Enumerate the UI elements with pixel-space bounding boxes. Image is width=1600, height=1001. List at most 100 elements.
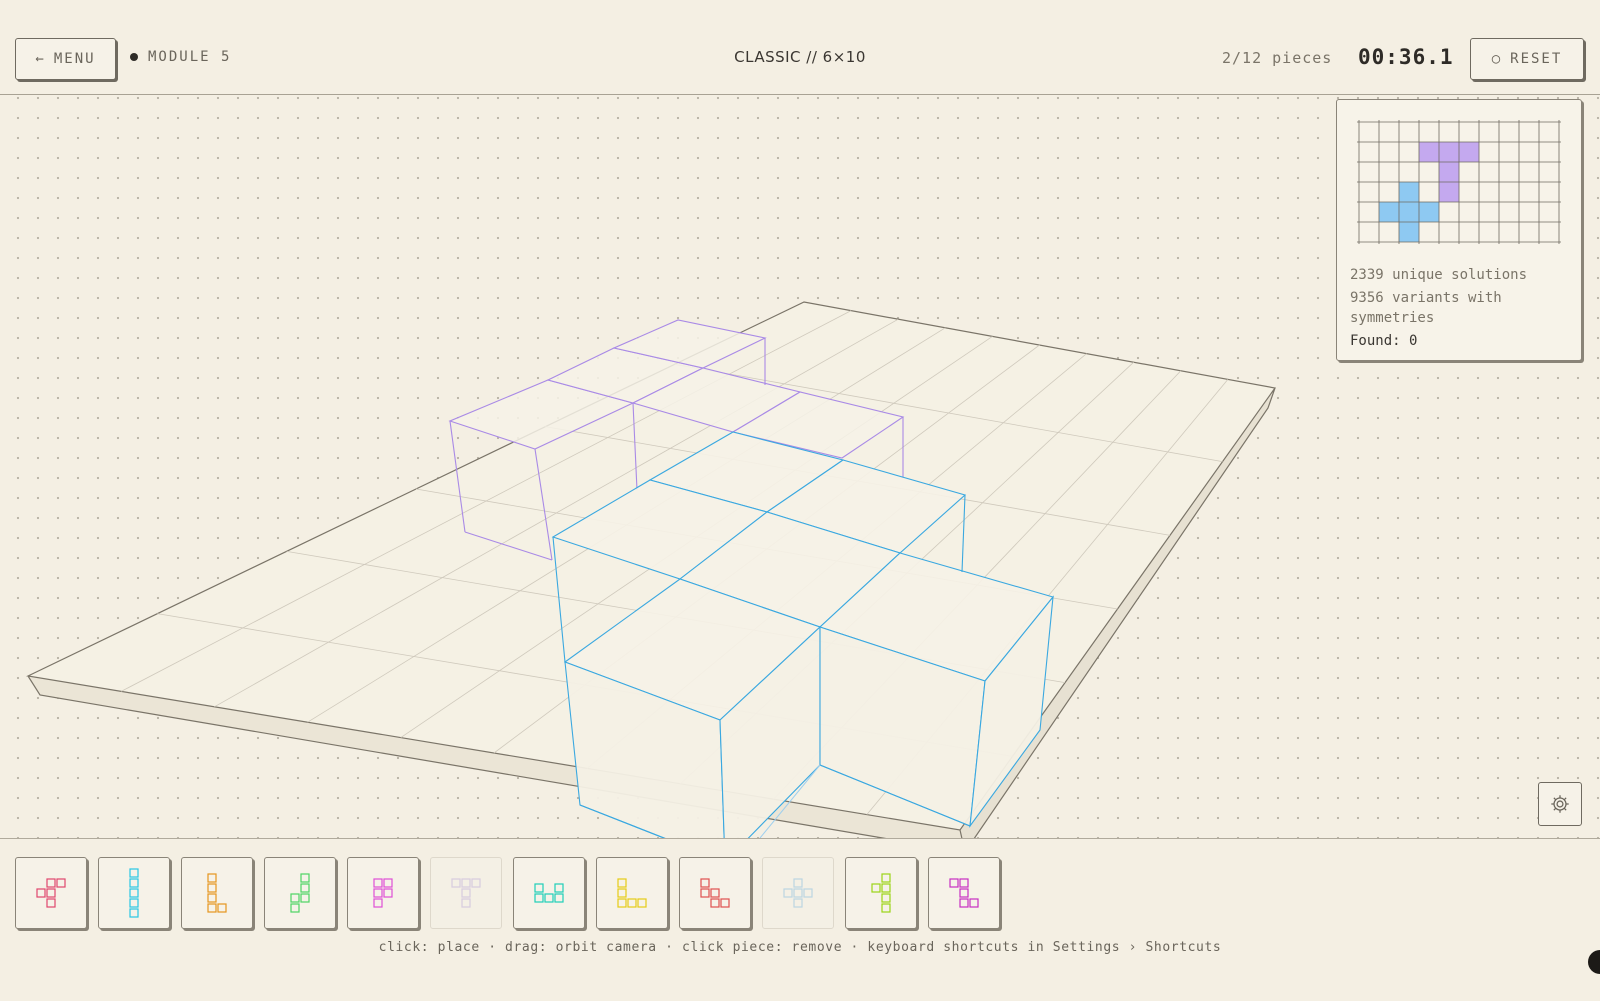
- pentomino-cell: [803, 888, 813, 898]
- pentomino-cell: [383, 888, 393, 898]
- mini-board-cell-blue: [1419, 202, 1439, 222]
- pentomino-cell: [617, 888, 627, 898]
- pentomino-n-icon: [290, 873, 310, 913]
- pentomino-cell: [700, 878, 710, 888]
- solution-info-panel: 2339 unique solutions 9356 variants with…: [1336, 99, 1582, 361]
- pentomino-cell: [534, 893, 544, 903]
- pentomino-cell: [871, 883, 881, 893]
- pentomino-cell: [300, 873, 310, 883]
- pentomino-p-icon: [373, 878, 393, 908]
- pentomino-cell: [46, 898, 56, 908]
- pentomino-cell: [129, 888, 139, 898]
- pentomino-cell: [554, 893, 564, 903]
- pentomino-cell: [461, 898, 471, 908]
- pentomino-v-icon: [617, 878, 647, 908]
- pentomino-cell: [793, 888, 803, 898]
- top-bar: ← MENU MODULE 5 CLASSIC // 6×10 2/12 pie…: [0, 0, 1600, 95]
- pentomino-w-icon: [700, 878, 730, 908]
- pentomino-l-icon: [207, 873, 227, 913]
- mini-board-cell-blue: [1379, 202, 1399, 222]
- pentomino-cell: [969, 898, 979, 908]
- pentomino-i-icon: [129, 868, 139, 918]
- controls-hint: click: place · drag: orbit camera · clic…: [378, 940, 1222, 955]
- pentomino-cell: [46, 888, 56, 898]
- pentomino-x-icon: [783, 878, 813, 908]
- pentomino-cell: [881, 873, 891, 883]
- pentomino-cell: [373, 898, 383, 908]
- pentomino-cell: [373, 888, 383, 898]
- mini-board-preview: [1357, 120, 1561, 244]
- tray-piece-f[interactable]: [15, 857, 87, 929]
- pentomino-f-icon: [36, 878, 66, 908]
- pentomino-y-icon: [871, 873, 891, 913]
- reset-button-label: RESET: [1510, 51, 1563, 67]
- pentomino-cell: [36, 888, 46, 898]
- pentomino-cell: [554, 883, 564, 893]
- pentomino-cell: [617, 878, 627, 888]
- mini-board-cell-purple: [1459, 142, 1479, 162]
- mini-board-cell-purple: [1439, 162, 1459, 182]
- pentomino-cell: [627, 898, 637, 908]
- pentomino-cell: [373, 878, 383, 888]
- pentomino-cell: [300, 893, 310, 903]
- pentomino-cell: [710, 898, 720, 908]
- mini-board-cell-blue: [1399, 202, 1419, 222]
- piece-tray: [0, 838, 1600, 1001]
- tray-piece-w[interactable]: [679, 857, 751, 929]
- pentomino-cell: [710, 888, 720, 898]
- tray-piece-v[interactable]: [596, 857, 668, 929]
- unique-solutions: 2339 unique solutions: [1350, 267, 1528, 283]
- settings-button[interactable]: [1538, 782, 1582, 826]
- pentomino-z-icon: [949, 878, 979, 908]
- pentomino-cell: [959, 878, 969, 888]
- pentomino-cell: [451, 878, 461, 888]
- reset-button[interactable]: ○ RESET: [1470, 38, 1584, 80]
- tray-piece-i[interactable]: [98, 857, 170, 929]
- timer: 00:36.1: [1358, 45, 1454, 69]
- tray-piece-p[interactable]: [347, 857, 419, 929]
- pentomino-cell: [783, 888, 793, 898]
- pentomino-u-icon: [534, 883, 564, 903]
- pentomino-cell: [534, 883, 544, 893]
- mini-board-cell-purple: [1439, 182, 1459, 202]
- pentomino-cell: [300, 883, 310, 893]
- variants-count: 9356 variants with symmetries: [1350, 290, 1502, 326]
- pentomino-cell: [471, 878, 481, 888]
- mini-board-cell-purple: [1419, 142, 1439, 162]
- tray-piece-l[interactable]: [181, 857, 253, 929]
- tray-piece-z[interactable]: [928, 857, 1000, 929]
- mini-board-cell-blue: [1399, 222, 1419, 242]
- pentomino-cell: [129, 898, 139, 908]
- tray-piece-u[interactable]: [513, 857, 585, 929]
- mini-board-cell-blue: [1399, 182, 1419, 202]
- mini-board-cell-purple: [1439, 142, 1459, 162]
- pentomino-cell: [129, 878, 139, 888]
- pentomino-cell: [207, 903, 217, 913]
- pentomino-cell: [290, 903, 300, 913]
- pentomino-cell: [637, 898, 647, 908]
- pentomino-cell: [461, 888, 471, 898]
- pentomino-cell: [217, 903, 227, 913]
- pentomino-cell: [959, 888, 969, 898]
- tray-piece-t[interactable]: [430, 857, 502, 929]
- refresh-icon: ○: [1491, 51, 1503, 67]
- pentomino-cell: [207, 883, 217, 893]
- pieces-progress: 2/12 pieces: [1222, 49, 1333, 67]
- pentomino-cell: [949, 878, 959, 888]
- tray-piece-n[interactable]: [264, 857, 336, 929]
- pentomino-cell: [207, 873, 217, 883]
- tray-piece-x[interactable]: [762, 857, 834, 929]
- pentomino-cell: [46, 878, 56, 888]
- pentomino-cell: [56, 878, 66, 888]
- gear-icon: [1551, 795, 1569, 813]
- solution-stats: 2339 unique solutions 9356 variants with…: [1350, 265, 1570, 354]
- pentomino-cell: [207, 893, 217, 903]
- pentomino-cell: [881, 883, 891, 893]
- pentomino-cell: [461, 878, 471, 888]
- pentomino-cell: [793, 898, 803, 908]
- pentomino-t-icon: [451, 878, 481, 908]
- pentomino-cell: [700, 888, 710, 898]
- tray-piece-y[interactable]: [845, 857, 917, 929]
- pentomino-cell: [881, 903, 891, 913]
- pentomino-cell: [617, 898, 627, 908]
